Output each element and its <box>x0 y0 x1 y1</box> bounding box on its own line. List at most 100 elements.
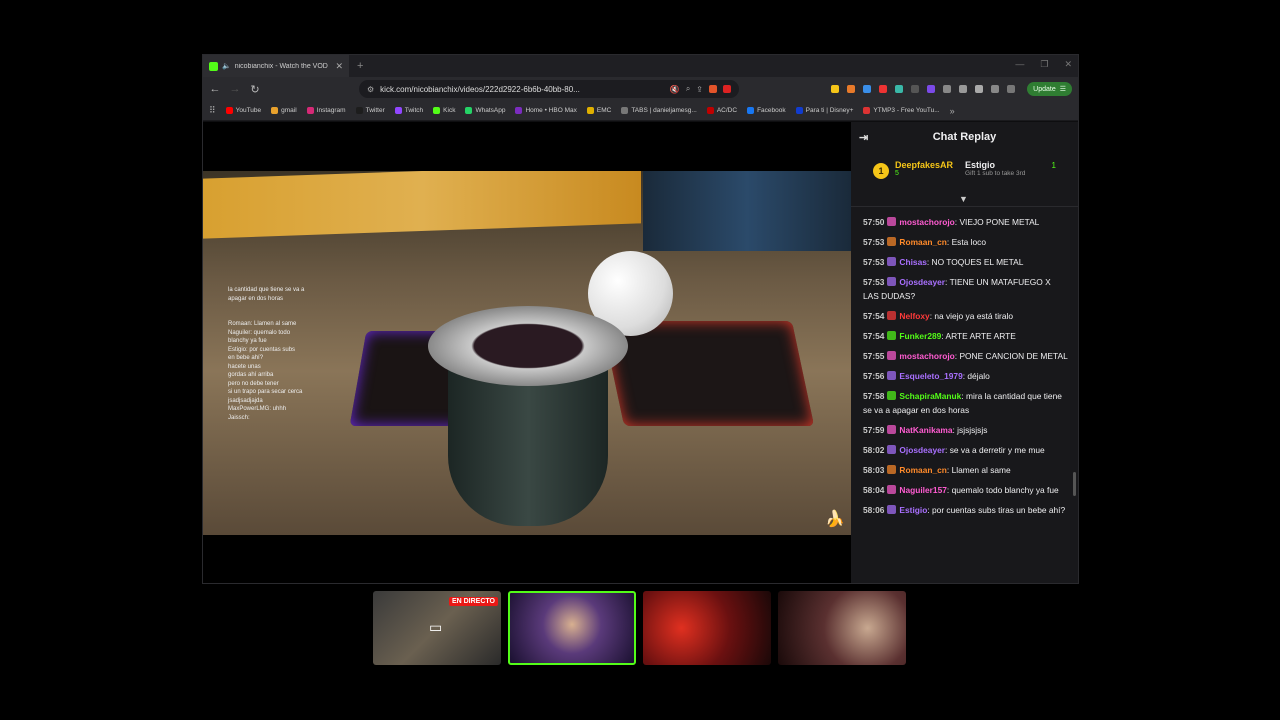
extension-icon[interactable] <box>847 85 855 93</box>
message-username[interactable]: Ojosdeayer <box>899 445 945 455</box>
bookmark-item[interactable]: Home • HBO Max <box>515 107 577 114</box>
apps-grid-icon[interactable]: ⠿ <box>209 105 216 116</box>
bookmark-item[interactable]: Para ti | Disney+ <box>795 107 854 114</box>
message-username[interactable]: NatKanikama <box>899 425 952 435</box>
user-badge-icon <box>887 445 897 454</box>
music-icon[interactable] <box>959 85 967 93</box>
chat-message: 58:06 Estigio: por cuentas subs tiras un … <box>851 503 1078 517</box>
bookmark-favicon-icon <box>795 107 803 114</box>
chat-scrollbar[interactable] <box>1073 472 1076 496</box>
monitor-right-image <box>643 171 851 251</box>
back-icon[interactable]: ← <box>209 83 221 95</box>
message-username[interactable]: mostachorojo <box>899 217 954 227</box>
bookmark-item[interactable]: EMC <box>586 107 611 114</box>
reload-icon[interactable]: ↻ <box>249 83 261 96</box>
shield-icon[interactable] <box>1007 85 1015 93</box>
message-username[interactable]: Ojosdeayer <box>899 277 945 287</box>
bookmark-item[interactable]: Facebook <box>747 107 786 114</box>
extension-icon[interactable] <box>927 85 935 93</box>
forward-icon[interactable]: → <box>229 83 241 95</box>
bookmark-item[interactable]: Twitter <box>355 107 385 114</box>
bookmark-item[interactable]: gmail <box>271 107 297 114</box>
message-username[interactable]: Estigio <box>899 505 927 515</box>
leaderboard-second[interactable]: Estigio Gift 1 sub to take 3rd <box>965 160 1035 178</box>
url-text: kick.com/nicobianchix/videos/222d2922-6b… <box>380 84 580 94</box>
stream-thumbnail[interactable] <box>643 591 771 665</box>
bookmark-favicon-icon <box>225 107 233 114</box>
keyboard-image <box>601 321 815 426</box>
sidebar-icon[interactable] <box>975 85 983 93</box>
message-text: Esta loco <box>951 237 987 247</box>
update-label: Update <box>1033 85 1056 93</box>
zoom-icon[interactable]: ⌕ <box>686 84 690 94</box>
mute-icon[interactable]: 🔇 <box>670 85 680 94</box>
extension-icon[interactable] <box>911 85 919 93</box>
overlay-chat-line: la cantidad que tiene se va a <box>228 287 305 293</box>
browser-tab-active[interactable]: 🔈 nicobianchix - Watch the VOD ✕ <box>203 55 349 77</box>
stream-thumbnail[interactable] <box>508 591 636 665</box>
message-username[interactable]: Chisas <box>899 257 926 267</box>
bookmark-item[interactable]: TABS | danieljamesg... <box>621 107 697 114</box>
mate-rim <box>428 306 628 386</box>
bookmark-item[interactable]: WhatsApp <box>465 107 505 114</box>
message-time: 57:50 <box>863 217 885 227</box>
bookmark-label: TABS | danieljamesg... <box>631 107 697 114</box>
extension-icon[interactable] <box>863 85 871 93</box>
extension-icon[interactable] <box>831 85 839 93</box>
message-time: 58:02 <box>863 445 885 455</box>
user-badge-icon <box>887 465 897 474</box>
chat-message: 58:03 Romaan_cn: Llamen al same <box>851 463 1078 477</box>
stream-thumbnail[interactable] <box>778 591 906 665</box>
user-badge-icon <box>887 485 897 494</box>
message-username[interactable]: SchapiraManuk <box>899 391 961 401</box>
message-username[interactable]: Nelfoxy <box>899 311 929 321</box>
bookmark-favicon-icon <box>621 107 629 114</box>
update-button[interactable]: Update ☰ <box>1027 82 1072 96</box>
chat-bubble-icon: ▭ <box>429 619 443 635</box>
message-username[interactable]: Romaan_cn <box>899 237 946 247</box>
message-username[interactable]: Naguiler157 <box>899 485 946 495</box>
message-username[interactable]: Esqueleto_1979 <box>899 371 962 381</box>
user-badge-icon <box>887 311 897 320</box>
leaderboard-first[interactable]: DeepfakesAR 5 <box>895 160 953 177</box>
more-bookmarks-icon[interactable]: » <box>950 106 955 116</box>
stream-thumbnail[interactable]: EN DIRECTO ▭ <box>373 591 501 665</box>
bookmark-item[interactable]: Instagram <box>306 107 346 114</box>
message-text: VIEJO PONE METAL <box>959 217 1040 227</box>
close-tab-icon[interactable]: ✕ <box>335 61 343 72</box>
video-player[interactable]: la cantidad que tiene se va a apagar en d… <box>203 122 851 583</box>
warning-icon[interactable] <box>723 85 731 93</box>
site-info-icon[interactable]: ⚙ <box>367 85 374 94</box>
address-bar[interactable]: ⚙ kick.com/nicobianchix/videos/222d2922-… <box>359 80 739 98</box>
bookmark-item[interactable]: YTMP3 - Free YouTu... <box>863 107 940 114</box>
filter-icon[interactable]: ▼ <box>959 194 968 204</box>
video-frame: la cantidad que tiene se va a apagar en d… <box>203 171 851 535</box>
puzzle-icon[interactable] <box>943 85 951 93</box>
bookmark-favicon-icon <box>355 107 363 114</box>
message-username[interactable]: Romaan_cn <box>899 465 946 475</box>
new-tab-button[interactable]: + <box>357 60 363 72</box>
page-content: la cantidad que tiene se va a apagar en d… <box>203 122 1078 583</box>
bookmark-item[interactable]: Twitch <box>394 107 423 114</box>
user-badge-icon <box>887 505 897 514</box>
extension-icon[interactable] <box>879 85 887 93</box>
bookmark-item[interactable]: AC/DC <box>706 107 737 114</box>
message-time: 57:53 <box>863 257 885 267</box>
share-icon[interactable]: ⇪ <box>696 85 703 94</box>
bookmark-item[interactable]: YouTube <box>225 107 261 114</box>
message-text: jsjsjsjsjs <box>957 425 988 435</box>
message-username[interactable]: Funker289 <box>899 331 941 341</box>
message-username[interactable]: mostachorojo <box>899 351 954 361</box>
brave-shield-icon[interactable] <box>709 85 717 93</box>
bookmark-label: Facebook <box>757 107 786 114</box>
close-window-icon[interactable]: ✕ <box>1064 59 1072 70</box>
wallet-icon[interactable] <box>991 85 999 93</box>
bookmark-label: Para ti | Disney+ <box>805 107 854 114</box>
bookmark-favicon-icon <box>863 107 871 114</box>
maximize-icon[interactable]: ❐ <box>1040 59 1048 70</box>
bookmark-item[interactable]: Kick <box>433 107 455 114</box>
minimize-icon[interactable]: — <box>1015 59 1024 70</box>
extension-icon[interactable] <box>895 85 903 93</box>
collapse-chat-icon[interactable]: ⇥ <box>859 131 868 144</box>
message-time: 57:56 <box>863 371 885 381</box>
